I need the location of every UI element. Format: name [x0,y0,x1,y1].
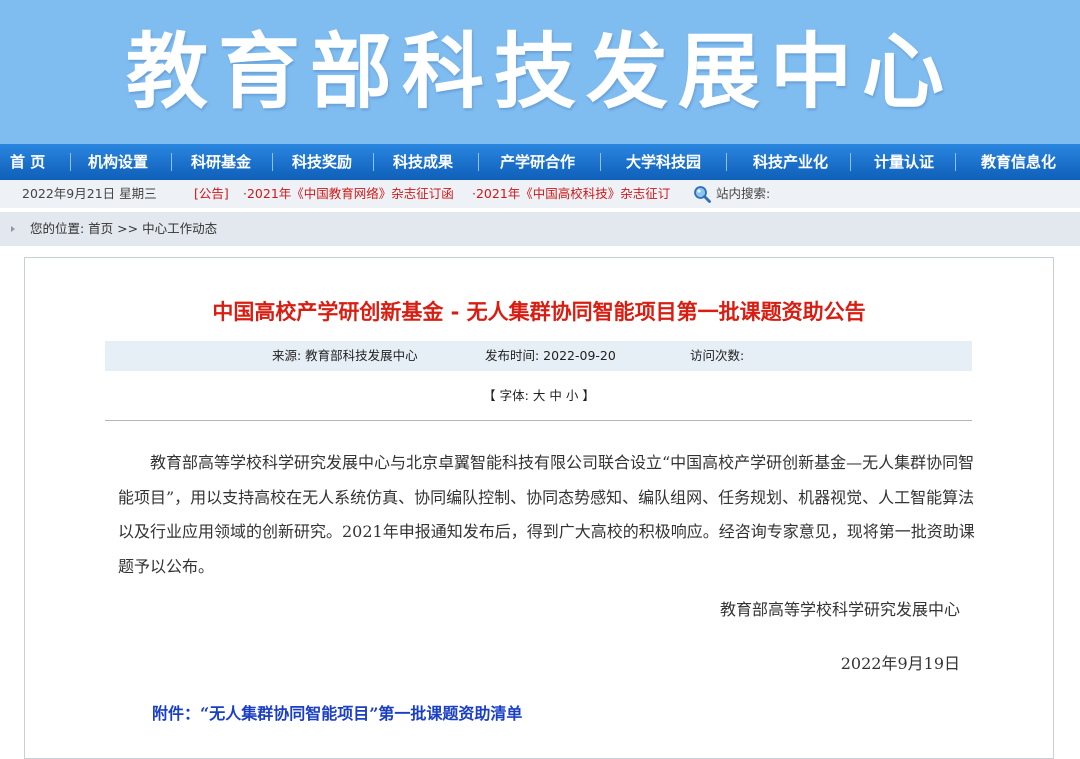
font-size-control: 【 字体: 大 中 小 】 [25,385,1053,404]
search-icon[interactable] [693,185,711,203]
nav-item-science-park[interactable]: 大学科技园 [626,144,701,180]
breadcrumb-text: 您的位置: 首页 >> 中心工作动态 [30,221,218,236]
nav-divider [373,153,374,171]
nav-divider [955,153,956,171]
site-title: 教育部科技发展中心 [125,25,954,120]
notice-link[interactable]: ·2021年《中国高校科技》杂志征订 [472,180,670,208]
font-size-medium[interactable]: 中 [549,388,562,403]
signature-date: 2022年9月19日 [840,654,960,673]
nav-item-organization[interactable]: 机构设置 [88,144,148,180]
nav-divider [70,153,71,171]
breadcrumb: 您的位置: 首页 >> 中心工作动态 [0,212,1080,246]
info-bar: 2022年9月21日 星期三 [公告] ·2021年《中国教育网络》杂志征订函 … [0,180,1080,208]
article-publish-time: 发布时间: 2022-09-20 [485,348,616,363]
notice-link[interactable]: ·2021年《中国教育网络》杂志征订函 [243,180,454,208]
current-date: 2022年9月21日 星期三 [22,186,157,201]
font-size-large[interactable]: 大 [533,388,546,403]
article-meta-bar: 来源: 教育部科技发展中心 发布时间: 2022-09-20 访问次数: [105,341,972,371]
attachment-link[interactable]: 附件：“无人集群协同智能项目”第一批课题资助清单 [152,700,522,724]
signature-org: 教育部高等学校科学研究发展中心 [719,600,960,619]
notice-tag: [公告] [194,186,229,201]
nav-divider [726,153,727,171]
article-panel: 中国高校产学研创新基金 - 无人集群协同智能项目第一批课题资助公告 来源: 教育… [24,257,1054,759]
main-nav: 首 页 机构设置 科研基金 科技奖励 科技成果 产学研合作 大学科技园 科技产业… [0,144,1080,180]
nav-item-achievements[interactable]: 科技成果 [393,144,453,180]
article-body: 教育部高等学校科学研究发展中心与北京卓翼智能科技有限公司联合设立“中国高校产学研… [118,453,975,576]
nav-item-certification[interactable]: 计量认证 [874,144,934,180]
font-control-prefix: 【 字体: [483,388,533,403]
article-source: 来源: 教育部科技发展中心 [272,348,418,363]
nav-divider [272,153,273,171]
caret-right-icon [11,226,15,232]
article-title: 中国高校产学研创新基金 - 无人集群协同智能项目第一批课题资助公告 [212,300,866,324]
nav-item-education-it[interactable]: 教育信息化 [981,144,1056,180]
search-label: 站内搜索: [716,186,771,201]
divider [105,420,972,421]
nav-divider [478,153,479,171]
nav-item-science-awards[interactable]: 科技奖励 [292,144,352,180]
nav-item-industrialization[interactable]: 科技产业化 [753,144,828,180]
nav-item-home[interactable]: 首 页 [10,144,45,180]
nav-item-research-fund[interactable]: 科研基金 [191,144,251,180]
nav-item-industry-cooperation[interactable]: 产学研合作 [500,144,575,180]
nav-divider [171,153,172,171]
article-visit-count: 访问次数: [690,348,745,363]
nav-divider [850,153,851,171]
font-control-suffix: 】 [578,388,595,403]
site-banner: 教育部科技发展中心 [0,0,1080,144]
nav-divider [600,153,601,171]
font-size-small[interactable]: 小 [566,388,579,403]
